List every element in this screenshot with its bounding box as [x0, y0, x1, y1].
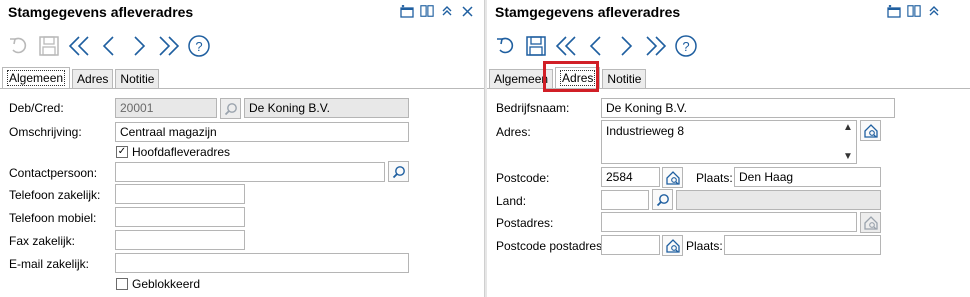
deb-cred-input[interactable]: 20001 — [115, 98, 217, 118]
plaats-label: Plaats: — [696, 171, 733, 185]
address-lookup-icon — [863, 123, 878, 138]
postcode-postadres-label: Postcode postadres — [496, 239, 603, 253]
omschrijving-input[interactable]: Centraal magazijn — [115, 122, 409, 142]
land-input[interactable] — [601, 190, 649, 210]
help-icon[interactable]: ? — [184, 31, 214, 61]
land-label: Land: — [496, 194, 527, 208]
save-icon[interactable] — [521, 31, 551, 61]
telefoon-zakelijk-label: Telefoon zakelijk: — [9, 188, 101, 202]
omschrijving-label: Omschrijving: — [9, 125, 82, 139]
geblokkeerd-label: Geblokkeerd — [132, 277, 201, 291]
telefoon-mobiel-input[interactable] — [115, 207, 245, 227]
adres-value: Industrieweg 8 — [606, 124, 685, 138]
split-view-icon[interactable] — [907, 3, 921, 19]
email-zakelijk-input[interactable] — [115, 253, 409, 273]
adres-textarea[interactable]: Industrieweg 8 — [601, 120, 857, 164]
postcode-input[interactable]: 2584 PW — [601, 167, 660, 202]
geblokkeerd-checkbox[interactable] — [116, 278, 128, 290]
next-record-icon[interactable] — [124, 31, 154, 61]
tab-notitie[interactable]: Notitie — [115, 69, 160, 88]
tab-divider — [0, 88, 484, 89]
postcode-postadres-lookup-button[interactable] — [662, 235, 683, 256]
bedrijfsnaam-label: Bedrijfsnaam: — [496, 101, 570, 115]
deb-cred-label: Deb/Cred: — [9, 101, 64, 115]
postadres-label: Postadres: — [496, 216, 554, 230]
search-icon — [656, 193, 669, 206]
adres-lookup-button[interactable] — [860, 120, 881, 141]
left-panel: Stamgegevens afleveradres ? Algemeen Adr… — [0, 0, 484, 297]
plaats-input[interactable]: Den Haag — [734, 167, 881, 187]
contactpersoon-label: Contactpersoon: — [9, 166, 98, 180]
new-window-icon[interactable] — [400, 3, 414, 19]
window-title: Stamgegevens afleveradres — [8, 4, 194, 20]
postadres-lookup-button[interactable] — [860, 212, 881, 233]
contactpersoon-input[interactable] — [115, 162, 385, 182]
last-record-icon[interactable] — [154, 31, 184, 61]
plaats-postadres-label: Plaats: — [686, 239, 723, 253]
fax-zakelijk-label: Fax zakelijk: — [9, 234, 76, 248]
right-panel: Stamgegevens afleveradres ? Algemeen Adr… — [487, 0, 970, 297]
postcode-lookup-button[interactable] — [662, 167, 683, 188]
email-zakelijk-label: E-mail zakelijk: — [9, 257, 90, 271]
help-icon[interactable]: ? — [671, 31, 701, 61]
adres-label: Adres: — [496, 125, 531, 139]
first-record-icon[interactable] — [64, 31, 94, 61]
tab-notitie[interactable]: Notitie — [602, 69, 647, 88]
undo-icon[interactable] — [4, 31, 34, 61]
svg-text:?: ? — [682, 39, 689, 54]
svg-text:?: ? — [195, 39, 202, 54]
last-record-icon[interactable] — [641, 31, 671, 61]
postcode-label: Postcode: — [496, 171, 550, 185]
search-icon — [224, 102, 237, 115]
toolbar: ? — [4, 31, 214, 61]
first-record-icon[interactable] — [551, 31, 581, 61]
collapse-icon[interactable] — [440, 3, 454, 19]
window-controls — [887, 3, 941, 19]
collapse-icon[interactable] — [927, 3, 941, 19]
next-record-icon[interactable] — [611, 31, 641, 61]
bedrijfsnaam-input[interactable]: De Koning B.V. — [601, 98, 895, 118]
scroll-up-icon[interactable]: ▲ — [843, 122, 853, 133]
undo-icon[interactable] — [491, 31, 521, 61]
previous-record-icon[interactable] — [581, 31, 611, 61]
address-lookup-icon — [665, 238, 680, 253]
plaats-postadres-input[interactable] — [724, 235, 881, 255]
search-icon — [392, 165, 405, 178]
toolbar: ? — [491, 31, 701, 61]
tab-label: Algemeen — [7, 70, 66, 86]
fax-zakelijk-input[interactable] — [115, 230, 245, 250]
postadres-input[interactable] — [601, 212, 857, 232]
postcode-postadres-input[interactable] — [601, 235, 660, 255]
save-icon[interactable] — [34, 31, 64, 61]
contactpersoon-search-button[interactable] — [388, 161, 409, 182]
land-search-button[interactable] — [652, 189, 673, 210]
tab-bar: Algemeen Adres Notitie — [2, 66, 161, 88]
address-lookup-icon — [863, 215, 878, 230]
telefoon-zakelijk-input[interactable] — [115, 184, 245, 204]
window-controls — [400, 3, 474, 19]
hoofdafleveradres-label: Hoofdafleveradres — [132, 145, 231, 159]
tab-adres[interactable]: Adres — [72, 69, 114, 88]
land-name-field — [676, 190, 881, 210]
new-window-icon[interactable] — [887, 3, 901, 19]
adres-scrollbar[interactable]: ▲ ▼ — [841, 122, 855, 162]
deb-cred-name-field: De Koning B.V. — [244, 98, 409, 118]
tab-highlight-annotation — [543, 61, 599, 92]
previous-record-icon[interactable] — [94, 31, 124, 61]
scroll-down-icon[interactable]: ▼ — [843, 151, 853, 162]
close-icon[interactable] — [460, 3, 474, 19]
address-lookup-icon — [665, 170, 680, 185]
split-view-icon[interactable] — [420, 3, 434, 19]
telefoon-mobiel-label: Telefoon mobiel: — [9, 211, 97, 225]
window-title: Stamgegevens afleveradres — [495, 4, 681, 20]
hoofdafleveradres-checkbox[interactable]: ✓ — [116, 146, 128, 158]
deb-cred-search-button[interactable] — [220, 98, 241, 119]
tab-algemeen[interactable]: Algemeen — [2, 67, 71, 88]
